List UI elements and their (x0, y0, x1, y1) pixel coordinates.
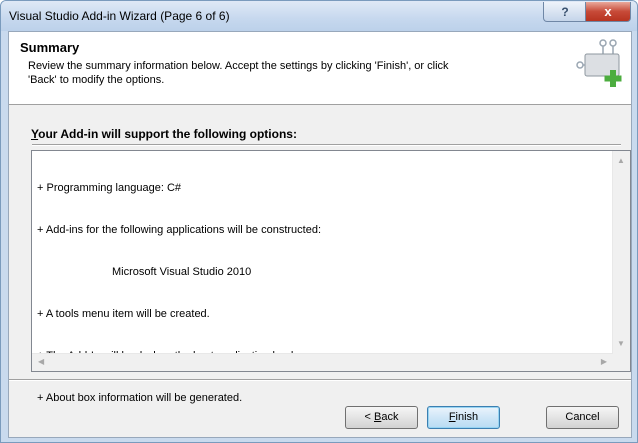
wizard-header: Summary Review the summary information b… (9, 32, 631, 105)
cancel-button-label: Cancel (565, 411, 600, 423)
wizard-window: Visual Studio Add-in Wizard (Page 6 of 6… (0, 0, 638, 443)
finish-button-label: inish (455, 411, 479, 423)
close-button[interactable]: x (585, 2, 631, 22)
back-button-label: ack (381, 411, 399, 423)
page-description-line: 'Back' to modify the options. (28, 74, 165, 86)
scroll-up-icon[interactable]: ▲ (617, 157, 625, 165)
options-group-divider (32, 144, 621, 146)
title-bar[interactable]: Visual Studio Add-in Wizard (Page 6 of 6… (1, 1, 637, 31)
page-description-line: Review the summary information below. Ac… (28, 60, 449, 72)
help-icon: ? (561, 4, 569, 19)
options-group-label-text: our Add-in will support the following op… (38, 127, 297, 141)
scroll-left-icon[interactable]: ◀ (38, 358, 44, 366)
summary-line: + Programming language: C# (37, 182, 181, 194)
finish-button[interactable]: Finish (427, 406, 500, 429)
vertical-scrollbar[interactable]: ▲ ▼ (612, 151, 630, 354)
scrollbar-corner (613, 354, 630, 371)
dialog-client-area: Summary Review the summary information b… (8, 31, 632, 438)
summary-line: Microsoft Visual Studio 2010 (112, 266, 252, 278)
summary-text: + Programming language: C# + Add-ins for… (37, 153, 321, 433)
window-title: Visual Studio Add-in Wizard (Page 6 of 6… (9, 9, 230, 23)
help-button[interactable]: ? (543, 2, 587, 22)
options-group-label: Your Add-in will support the following o… (31, 127, 297, 141)
scroll-down-icon[interactable]: ▼ (617, 340, 625, 348)
summary-line: + About box information will be generate… (37, 392, 243, 404)
page-description: Review the summary information below. Ac… (28, 59, 568, 87)
footer-divider (9, 379, 631, 381)
addin-wizard-icon (576, 39, 622, 87)
close-icon: x (604, 4, 612, 19)
scroll-right-icon[interactable]: ▶ (601, 358, 607, 366)
back-button-prefix: < (364, 411, 374, 423)
summary-line: + Add-ins for the following applications… (37, 224, 322, 236)
back-button[interactable]: < Back (345, 406, 418, 429)
summary-textbox[interactable]: + Programming language: C# + Add-ins for… (31, 150, 631, 404)
summary-line: + A tools menu item will be created. (37, 308, 210, 320)
finish-button-accel: F (448, 411, 456, 423)
cancel-button[interactable]: Cancel (546, 406, 619, 429)
horizontal-scrollbar[interactable]: ◀ ▶ (32, 353, 613, 371)
page-title: Summary (20, 40, 80, 55)
